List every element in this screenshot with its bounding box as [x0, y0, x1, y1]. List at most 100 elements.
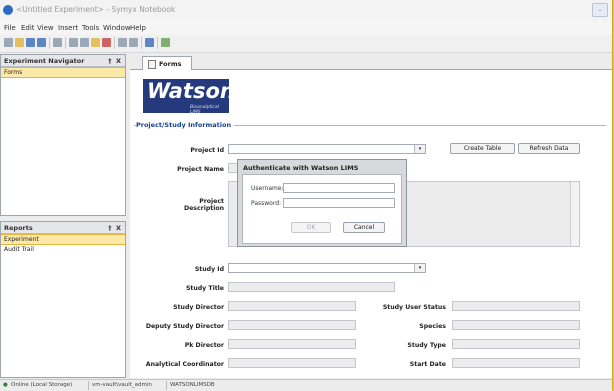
app-window: <Untitled Experiment> - Symyx Notebook –… — [0, 0, 613, 391]
study-director-field[interactable] — [228, 301, 356, 311]
password-input[interactable] — [283, 198, 395, 208]
tab-forms[interactable]: Forms — [142, 56, 192, 70]
analytical-coordinator-label: Analytical Coordinator — [145, 361, 224, 368]
toolbar-separator — [157, 37, 158, 49]
reports-item-label: Audit Trail — [4, 246, 34, 253]
dialog-body: Username: Password: OK Cancel — [242, 174, 402, 244]
species-label: Species — [419, 323, 446, 330]
save-icon[interactable] — [26, 38, 35, 47]
chevron-down-icon[interactable]: ▾ — [414, 145, 425, 153]
pin-icon[interactable]: † — [108, 224, 111, 232]
form-document-icon — [148, 60, 156, 69]
experiment-navigator-panel: Experiment Navigator † X Forms — [0, 54, 126, 216]
close-icon[interactable]: X — [116, 57, 121, 65]
navigator-item-label: Forms — [4, 69, 23, 76]
close-icon[interactable]: X — [116, 224, 121, 232]
menu-insert[interactable]: Insert — [58, 24, 78, 32]
species-field[interactable] — [452, 320, 580, 330]
cut-icon[interactable] — [69, 38, 78, 47]
navigator-item-forms[interactable]: Forms — [1, 67, 125, 78]
menu-bar: File Edit View Insert Tools Window Help — [0, 20, 612, 35]
undo-icon[interactable] — [118, 38, 127, 47]
start-date-label: Start Date — [409, 361, 446, 368]
pin-icon[interactable]: † — [108, 57, 111, 65]
help-icon[interactable] — [145, 38, 154, 47]
study-user-status-field[interactable] — [452, 301, 580, 311]
new-document-icon[interactable] — [4, 38, 13, 47]
title-bar: <Untitled Experiment> - Symyx Notebook – — [0, 0, 612, 20]
analytical-coordinator-field[interactable] — [228, 358, 356, 368]
online-status-icon: ● — [3, 382, 8, 388]
study-title-label: Study Title — [185, 285, 224, 292]
ok-button[interactable]: OK — [291, 222, 331, 233]
password-label: Password: — [251, 200, 282, 207]
watson-logo-text: Watson — [147, 79, 235, 103]
create-table-button[interactable]: Create Table — [450, 143, 515, 154]
cancel-button[interactable]: Cancel — [343, 222, 385, 233]
paste-icon[interactable] — [91, 38, 100, 47]
menu-tools[interactable]: Tools — [82, 24, 99, 32]
reports-item-label: Experiment — [4, 236, 39, 243]
server-user: vm-vault\vault_admin — [92, 382, 152, 388]
authenticate-dialog: Authenticate with Watson LIMS Username: … — [237, 159, 407, 247]
print-icon[interactable] — [53, 38, 62, 47]
experiment-navigator-header: Experiment Navigator † X — [1, 55, 125, 67]
refresh-data-button[interactable]: Refresh Data — [518, 143, 580, 154]
document-tab-strip: Forms — [130, 55, 612, 70]
sign-icon[interactable] — [161, 38, 170, 47]
menu-edit[interactable]: Edit — [21, 24, 35, 32]
status-separator — [88, 381, 89, 390]
reports-title: Reports — [4, 224, 33, 232]
window-title: <Untitled Experiment> - Symyx Notebook — [16, 5, 176, 14]
menu-file[interactable]: File — [4, 24, 16, 32]
copy-icon[interactable] — [80, 38, 89, 47]
username-input[interactable] — [283, 183, 395, 193]
study-director-label: Study Director — [173, 304, 224, 311]
pk-director-field[interactable] — [228, 339, 356, 349]
start-date-field[interactable] — [452, 358, 580, 368]
study-type-label: Study Type — [407, 342, 446, 349]
app-logo-icon — [3, 5, 13, 15]
toolbar-separator — [114, 37, 115, 49]
watson-logo: Watson Bioanalytical LIMS — [143, 79, 235, 115]
save-all-icon[interactable] — [37, 38, 46, 47]
description-scrollbar[interactable] — [570, 182, 579, 246]
toolbar — [0, 35, 612, 53]
dialog-title: Authenticate with Watson LIMS — [243, 164, 359, 172]
deputy-study-director-label: Deputy Study Director — [145, 323, 224, 330]
study-id-label: Study Id — [194, 266, 224, 273]
status-bar: ● Online (Local Storage) vm-vault\vault_… — [0, 379, 612, 391]
project-id-dropdown[interactable]: ▾ — [228, 144, 426, 154]
menu-help[interactable]: Help — [130, 24, 146, 32]
delete-icon[interactable] — [102, 38, 111, 47]
study-user-status-label: Study User Status — [382, 304, 446, 311]
chevron-down-icon[interactable]: ▾ — [414, 264, 425, 272]
toolbar-separator — [49, 37, 50, 49]
reports-panel: Reports † X Experiment Audit Trail — [0, 221, 126, 378]
study-id-dropdown[interactable]: ▾ — [228, 263, 426, 273]
section-title: Project/Study Information — [136, 121, 235, 129]
reports-item-audit-trail[interactable]: Audit Trail — [1, 245, 125, 254]
menu-window[interactable]: Window — [103, 24, 131, 32]
redo-icon[interactable] — [129, 38, 138, 47]
menu-view[interactable]: View — [37, 24, 54, 32]
minimize-button[interactable]: – — [592, 3, 608, 17]
project-name-label: Project Name — [177, 166, 224, 173]
panel-controls: † X — [108, 224, 121, 232]
reports-item-experiment[interactable]: Experiment — [1, 234, 125, 245]
deputy-study-director-field[interactable] — [228, 320, 356, 330]
toolbar-separator — [65, 37, 66, 49]
study-title-field[interactable] — [228, 282, 395, 292]
study-type-field[interactable] — [452, 339, 580, 349]
connection-status: Online (Local Storage) — [11, 382, 73, 388]
database-instance: WATSONLIMSDB — [170, 382, 215, 388]
open-folder-icon[interactable] — [15, 38, 24, 47]
project-description-label: Project Description — [183, 198, 224, 212]
reports-header: Reports † X — [1, 222, 125, 234]
username-label: Username: — [251, 185, 284, 192]
pk-director-label: Pk Director — [184, 342, 224, 349]
watson-logo-tagline: Bioanalytical LIMS — [190, 105, 219, 115]
panel-controls: † X — [108, 57, 121, 65]
toolbar-separator — [141, 37, 142, 49]
status-separator — [166, 381, 167, 390]
